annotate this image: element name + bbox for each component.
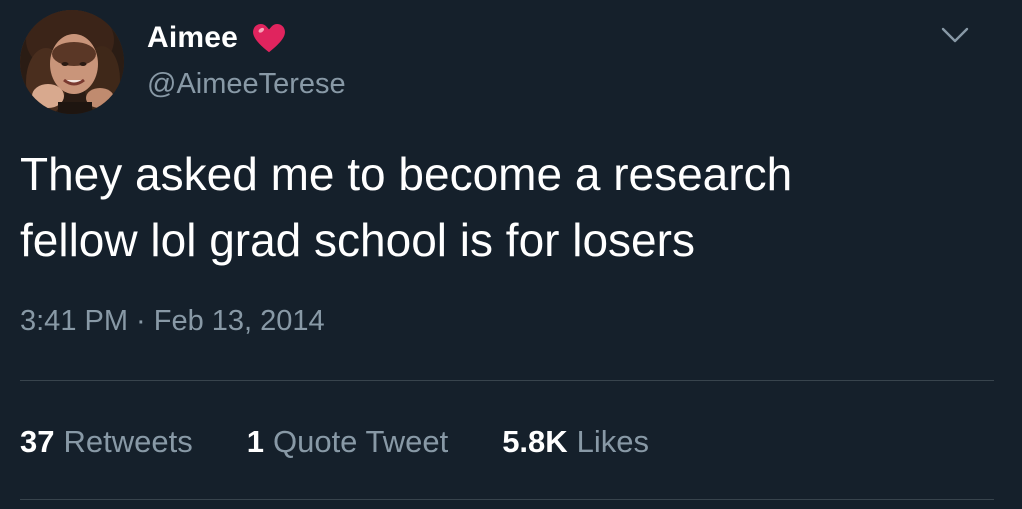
retweets-stat[interactable]: 37 Retweets (20, 424, 193, 460)
divider (20, 380, 994, 381)
author-handle[interactable]: @AimeeTerese (147, 68, 346, 101)
avatar-photo-icon (20, 10, 124, 114)
quote-tweets-label: Quote Tweet (272, 424, 449, 459)
divider (20, 499, 994, 500)
author-name-row[interactable]: Aimee (147, 18, 288, 58)
avatar[interactable] (20, 10, 124, 114)
likes-label: Likes (576, 424, 650, 459)
retweets-count: 37 (20, 424, 55, 459)
tweet-text: They asked me to become a research fello… (20, 148, 793, 266)
chevron-down-icon[interactable] (940, 24, 970, 46)
quote-tweets-stat[interactable]: 1 Quote Tweet (247, 424, 448, 460)
engagement-stats: 37 Retweets 1 Quote Tweet 5.8K Likes (20, 420, 649, 464)
red-heart-icon (253, 24, 286, 53)
tweet-card: Aimee @AimeeTerese They asked me to beco… (0, 0, 1022, 509)
tweet-timestamp[interactable]: 3:41 PM · Feb 13, 2014 (20, 305, 325, 338)
quote-tweets-count: 1 (246, 424, 264, 459)
display-name[interactable]: Aimee (147, 21, 238, 55)
retweets-label: Retweets (63, 424, 193, 459)
likes-count: 5.8K (502, 424, 568, 459)
likes-stat[interactable]: 5.8K Likes (502, 424, 649, 460)
